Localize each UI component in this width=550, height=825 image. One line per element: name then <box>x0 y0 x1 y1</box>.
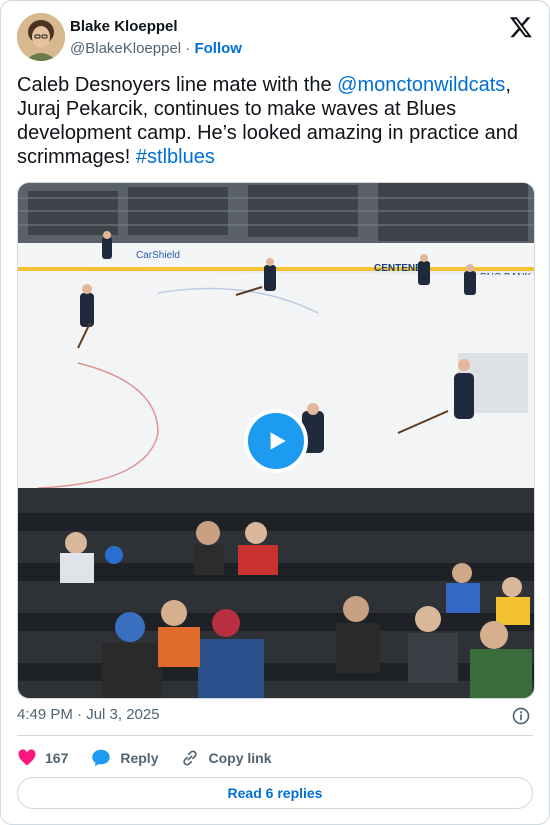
reply-label: Reply <box>120 750 159 766</box>
copy-link-label: Copy link <box>208 750 272 766</box>
link-icon <box>183 750 198 766</box>
like-count: 167 <box>45 750 69 766</box>
handle-separator: · <box>181 40 195 57</box>
play-button[interactable] <box>244 409 308 473</box>
author-handle[interactable]: @BlakeKloeppel <box>70 40 181 57</box>
author-name[interactable]: Blake Kloeppel <box>70 18 178 35</box>
tweet-header: Blake Kloeppel @BlakeKloeppel · Follow <box>17 13 533 63</box>
read-replies-button[interactable]: Read 6 replies <box>17 777 533 809</box>
tweet-text: Caleb Desnoyers line mate with the @monc… <box>17 73 532 169</box>
tweet-actions: 167 Reply Copy link <box>17 745 294 771</box>
sign-carshield: CarShield <box>136 250 180 261</box>
video-player[interactable]: CarShield CENTENE PNC BANK <box>17 182 535 699</box>
reply-button[interactable]: Reply <box>90 747 158 769</box>
author-handle-row: @BlakeKloeppel · Follow <box>70 40 242 57</box>
x-logo-icon[interactable] <box>509 15 533 39</box>
reply-icon <box>92 749 111 767</box>
tweet-text-part-1: Caleb Desnoyers line mate with the <box>17 74 338 96</box>
sign-centene: CENTENE <box>374 263 422 274</box>
copy-link-button[interactable]: Copy link <box>180 748 272 768</box>
tweet-timestamp[interactable]: 4:49 PM · Jul 3, 2025 <box>17 706 160 723</box>
info-icon[interactable] <box>511 706 531 726</box>
mention-link[interactable]: @monctonwildcats <box>337 74 505 96</box>
like-button[interactable]: 167 <box>17 748 68 768</box>
hashtag-link[interactable]: #stlblues <box>136 146 215 168</box>
avatar[interactable] <box>17 13 65 61</box>
tweet-card: Blake Kloeppel @BlakeKloeppel · Follow C… <box>0 0 550 825</box>
follow-button[interactable]: Follow <box>194 40 242 57</box>
divider <box>17 735 533 736</box>
play-icon <box>270 432 286 450</box>
heart-icon <box>18 749 36 766</box>
